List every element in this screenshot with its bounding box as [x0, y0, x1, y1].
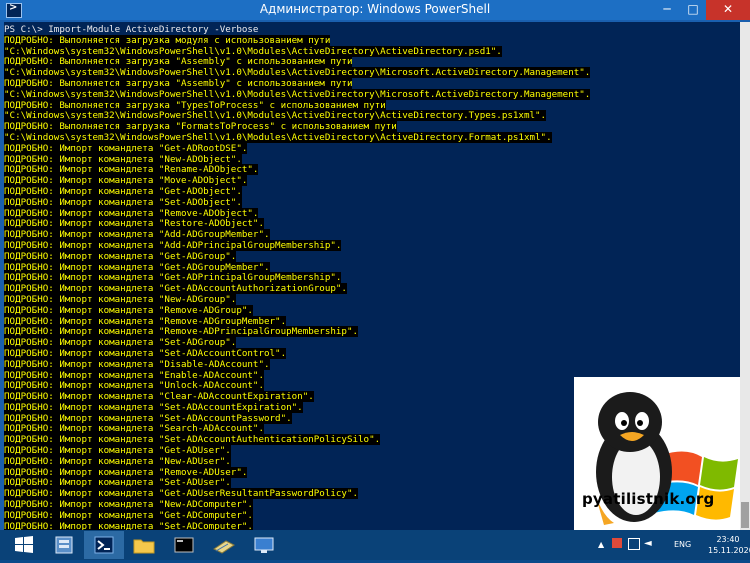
console-line-text: ПОДРОБНО: Импорт командлета "Rename-ADOb… — [4, 164, 259, 176]
console-line-text: PS C:\> Import-Module ActiveDirectory -V… — [4, 24, 259, 35]
verbose-output-line: ПОДРОБНО: Импорт командлета "Set-ADObjec… — [4, 196, 590, 209]
console-line-text: ПОДРОБНО: Импорт командлета "Get-ADPrinc… — [4, 272, 342, 284]
console-line-text: ПОДРОБНО: Импорт командлета "Set-ADObjec… — [4, 196, 242, 208]
console-line-text: ПОДРОБНО: Выполняется загрузка "FormatsT… — [4, 121, 397, 133]
console-line-text: ПОДРОБНО: Импорт командлета "Restore-ADO… — [4, 218, 264, 230]
maximize-button[interactable]: □ — [680, 0, 706, 20]
console-line-text: ПОДРОБНО: Импорт командлета "Disable-ADA… — [4, 358, 270, 370]
console-line-text: "C:\Windows\system32\WindowsPowerShell\v… — [4, 131, 552, 143]
console-line-text: "C:\Windows\system32\WindowsPowerShell\v… — [4, 88, 591, 100]
watermark-text: pyatilistnik.org — [582, 490, 715, 508]
taskbar-file-explorer[interactable] — [124, 531, 164, 559]
console-line-text: ПОДРОБНО: Выполняется загрузка "Assembly… — [4, 77, 353, 89]
console-line-text: ПОДРОБНО: Импорт командлета "Move-ADObje… — [4, 175, 248, 187]
tray-flag-icon[interactable] — [612, 538, 622, 548]
console-line-text: ПОДРОБНО: Выполняется загрузка "TypesToP… — [4, 99, 386, 111]
console-line-text: ПОДРОБНО: Импорт командлета "New-ADObjec… — [4, 153, 242, 165]
scrollbar-thumb[interactable] — [741, 502, 749, 528]
minimize-button[interactable]: ─ — [654, 0, 680, 20]
console-line-text: "C:\Windows\system32\WindowsPowerShell\v… — [4, 110, 547, 122]
console-lines: PS C:\> Import-Module ActiveDirectory -V… — [4, 24, 591, 530]
console-line-text: ПОДРОБНО: Импорт командлета "Get-ADCompu… — [4, 509, 253, 521]
verbose-output-line: ПОДРОБНО: Импорт командлета "Disable-ADA… — [4, 358, 590, 371]
tray-up-arrow-icon[interactable]: ▲ — [598, 540, 604, 549]
console-line-text: ПОДРОБНО: Импорт командлета "Get-ADObjec… — [4, 185, 242, 197]
title-bar[interactable]: Администратор: Windows PowerShell ─ □ ✕ — [0, 0, 750, 20]
notepad-icon — [213, 540, 235, 554]
console-line-text: ПОДРОБНО: Импорт командлета "Set-ADAccou… — [4, 401, 303, 413]
console-line-text: ПОДРОБНО: Импорт командлета "Set-ADAccou… — [4, 434, 381, 446]
console-line-text: ПОДРОБНО: Импорт командлета "Get-ADGroup… — [4, 250, 237, 262]
terminal-icon — [174, 537, 194, 553]
verbose-output-line: ПОДРОБНО: Импорт командлета "Remove-ADGr… — [4, 304, 590, 317]
taskbar-terminal[interactable] — [164, 531, 204, 559]
console-line-text: ПОДРОБНО: Импорт командлета "Clear-ADAcc… — [4, 391, 314, 403]
console-line-text: ПОДРОБНО: Импорт командлета "Get-ADGroup… — [4, 261, 270, 273]
input-language[interactable]: ENG — [674, 540, 691, 552]
console-line-text: ПОДРОБНО: Импорт командлета "Set-ADAccou… — [4, 412, 292, 424]
taskbar-remote-desktop[interactable] — [244, 531, 284, 559]
taskbar-server-manager[interactable] — [44, 531, 84, 559]
console-line-text: ПОДРОБНО: Импорт командлета "Get-ADRootD… — [4, 142, 248, 154]
close-button[interactable]: ✕ — [706, 0, 750, 20]
verbose-output-line: ПОДРОБНО: Импорт командлета "Get-ADRootD… — [4, 142, 590, 155]
speaker-icon[interactable]: ◄ — [644, 538, 652, 549]
taskbar-notepad[interactable] — [204, 531, 244, 559]
network-icon[interactable] — [628, 538, 640, 550]
console-line-text: ПОДРОБНО: Импорт командлета "Get-ADUser"… — [4, 445, 231, 457]
console-line-text: ПОДРОБНО: Импорт командлета "Remove-ADGr… — [4, 315, 287, 327]
console-line-text: ПОДРОБНО: Импорт командлета "New-ADGroup… — [4, 293, 237, 305]
taskbar-powershell[interactable] — [84, 531, 124, 559]
console-line-text: ПОДРОБНО: Импорт командлета "Set-ADGroup… — [4, 337, 237, 349]
console-line-text: ПОДРОБНО: Импорт командлета "Set-ADUser"… — [4, 477, 231, 489]
verbose-output-line: ПОДРОБНО: Импорт командлета "Get-ADGroup… — [4, 250, 590, 263]
file-explorer-icon — [133, 539, 155, 554]
windows-start-icon — [15, 536, 33, 553]
verbose-output-line: ПОДРОБНО: Импорт командлета "Set-ADCompu… — [4, 520, 590, 530]
powershell-icon — [94, 536, 114, 554]
watermark-penguin-logo: pyatilistnik.org — [574, 377, 740, 530]
console-line-text: ПОДРОБНО: Импорт командлета "Add-ADGroup… — [4, 229, 270, 241]
clock-date: 15.11.2020 — [708, 546, 750, 555]
console-line-text: ПОДРОБНО: Импорт командлета "Add-ADPrinc… — [4, 239, 342, 251]
clock-time: 23:40 — [716, 535, 740, 544]
console-line-text: ПОДРОБНО: Импорт командлета "Search-ADAc… — [4, 423, 264, 435]
system-tray-icons[interactable]: ▲ ◄ — [598, 530, 668, 560]
console-line-text: ПОДРОБНО: Выполняется загрузка "Assembly… — [4, 56, 353, 68]
remote-desktop-icon — [254, 537, 274, 553]
verbose-output-line: "C:\Windows\system32\WindowsPowerShell\v… — [4, 88, 591, 101]
console-line-text: ПОДРОБНО: Импорт командлета "Remove-ADPr… — [4, 326, 359, 338]
vertical-scrollbar[interactable] — [740, 22, 750, 530]
console-line-text: ПОДРОБНО: Импорт командлета "Unlock-ADAc… — [4, 380, 264, 392]
console-line-text: ПОДРОБНО: Импорт командлета "Set-ADAccou… — [4, 347, 287, 359]
console-line-text: ПОДРОБНО: Импорт командлета "Get-ADUserR… — [4, 488, 359, 500]
console-line-text: ПОДРОБНО: Импорт командлета "Get-ADAccou… — [4, 283, 347, 295]
console-line-text: ПОДРОБНО: Выполняется загрузка модуля с … — [4, 34, 331, 46]
console-line-text: "C:\Windows\system32\WindowsPowerShell\v… — [4, 45, 502, 57]
console-line-text: ПОДРОБНО: Импорт командлета "Set-ADCompu… — [4, 520, 253, 530]
console-line-text: "C:\Windows\system32\WindowsPowerShell\v… — [4, 67, 591, 79]
powershell-window: Администратор: Windows PowerShell ─ □ ✕ … — [0, 0, 750, 530]
window-title: Администратор: Windows PowerShell — [259, 2, 491, 16]
console-line-text: ПОДРОБНО: Импорт командлета "Remove-ADOb… — [4, 207, 259, 219]
console-line-text: ПОДРОБНО: Импорт командлета "New-ADCompu… — [4, 499, 253, 511]
console-line-text: ПОДРОБНО: Импорт командлета "Enable-ADAc… — [4, 369, 264, 381]
verbose-output-line: ПОДРОБНО: Выполняется загрузка модуля с … — [4, 34, 590, 47]
start-button[interactable] — [4, 531, 44, 559]
console-line-text: ПОДРОБНО: Импорт командлета "Remove-ADGr… — [4, 304, 253, 316]
console-line-text: ПОДРОБНО: Импорт командлета "New-ADUser"… — [4, 455, 231, 467]
console-line-text: ПОДРОБНО: Импорт командлета "Remove-ADUs… — [4, 466, 248, 478]
clock[interactable]: 23:40 15.11.2020 — [708, 534, 750, 556]
taskbar: ▲ ◄ ENG 23:40 15.11.2020 — [0, 530, 750, 560]
server-manager-icon — [55, 536, 73, 554]
